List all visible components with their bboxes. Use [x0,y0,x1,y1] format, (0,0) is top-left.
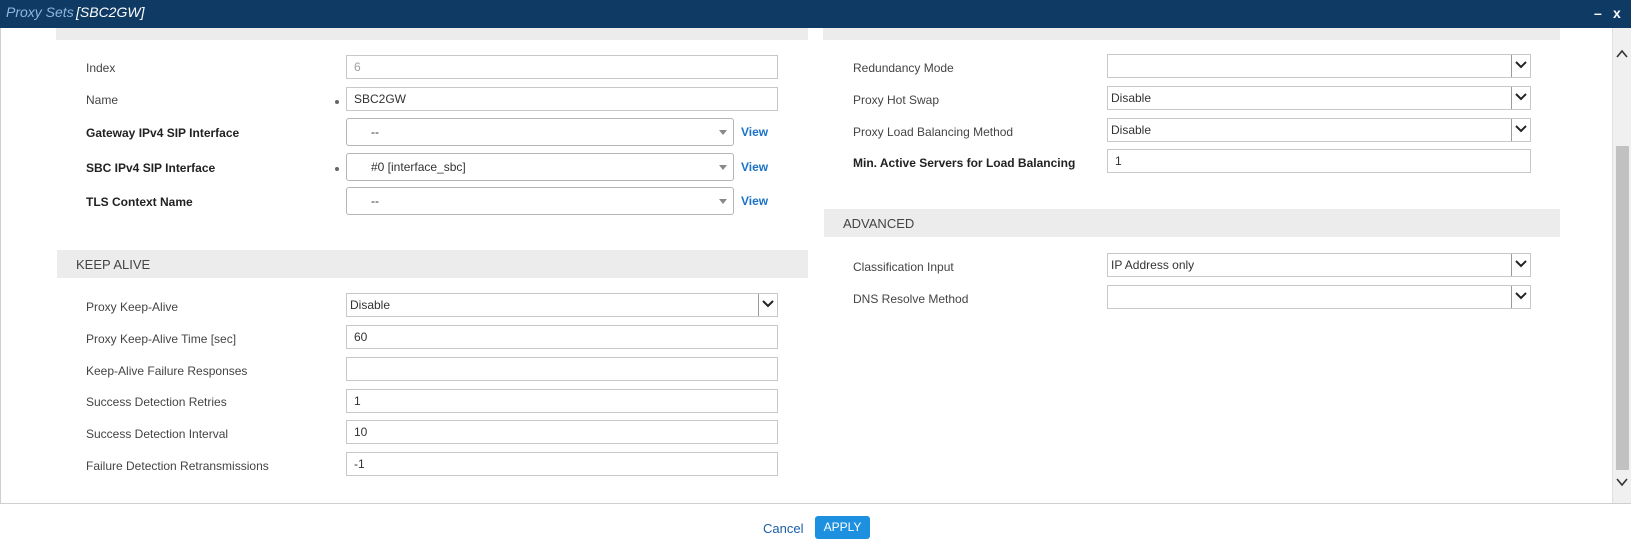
failure-retrans-label: Failure Detection Retransmissions [86,459,269,473]
gateway-if-label: Gateway IPv4 SIP Interface [86,126,240,140]
sbc-if-view-link[interactable]: View [741,160,768,174]
tls-value: -- [371,194,379,208]
dns-resolve-label: DNS Resolve Method [853,292,969,306]
gateway-if-view-link[interactable]: View [741,125,768,139]
sbc-if-select[interactable]: #0 [interface_sbc] [346,153,734,181]
chevron-down-icon [758,294,777,316]
chevron-down-icon [1511,87,1530,109]
hot-swap-select[interactable]: Disable [1107,86,1531,110]
name-field[interactable]: SBC2GW [346,87,778,111]
success-interval-label: Success Detection Interval [86,427,229,441]
dropdown-arrow-icon [719,199,727,204]
min-active-label: Min. Active Servers for Load Balancing [853,156,1076,170]
name-label: Name [86,93,119,107]
tls-label: TLS Context Name [86,195,193,209]
chevron-down-icon [1511,119,1530,141]
load-balancing-value: Disable [1111,123,1152,137]
dialog-subtitle: [SBC2GW] [76,4,145,20]
load-balancing-label: Proxy Load Balancing Method [853,125,1014,139]
index-label: Index [86,61,116,75]
classification-label: Classification Input [853,260,954,274]
apply-button[interactable]: APPLY [815,516,870,539]
classification-select[interactable]: IP Address only [1107,253,1531,277]
cancel-button[interactable]: Cancel [763,521,803,536]
redundancy-label: Redundancy Mode [853,61,954,75]
failure-retrans-field[interactable]: -1 [346,452,778,476]
dialog-content: Index 6 Name SBC2GW Gateway IPv4 SIP Int… [0,28,1612,503]
gateway-if-value: -- [371,125,379,139]
section-header-general [56,28,808,40]
sbc-if-value: #0 [interface_sbc] [371,160,466,174]
dropdown-arrow-icon [719,165,727,170]
failure-responses-label: Keep-Alive Failure Responses [86,364,248,378]
dropdown-arrow-icon [719,130,727,135]
scrollbar-thumb[interactable] [1616,146,1629,470]
failure-responses-field[interactable] [346,357,778,381]
classification-value: IP Address only [1111,258,1195,272]
index-field: 6 [346,55,778,79]
keep-alive-header: KEEP ALIVE [57,250,808,278]
chevron-down-icon [1511,286,1530,308]
redundancy-select[interactable] [1107,54,1531,78]
gateway-if-select[interactable]: -- [346,118,734,146]
advanced-header: ADVANCED [824,209,1560,237]
keep-alive-time-field[interactable]: 60 [346,325,778,349]
success-interval-field[interactable]: 10 [346,420,778,444]
hot-swap-value: Disable [1111,91,1152,105]
dialog-titlebar: Proxy Sets [SBC2GW] – x [0,0,1631,28]
chevron-down-icon [1511,254,1530,276]
proxy-keep-alive-select[interactable]: Disable [346,293,778,317]
dialog-title: Proxy Sets [6,4,74,20]
success-retries-field[interactable]: 1 [346,389,778,413]
vertical-scrollbar[interactable] [1612,28,1631,503]
proxy-keep-alive-label: Proxy Keep-Alive [86,300,179,314]
minimize-button[interactable]: – [1594,5,1602,21]
tls-select[interactable]: -- [346,187,734,215]
keep-alive-time-label: Proxy Keep-Alive Time [sec] [86,332,237,346]
close-button[interactable]: x [1613,5,1621,21]
chevron-down-icon [1511,55,1530,77]
section-header-redundancy [823,28,1560,40]
dialog-footer: Cancel APPLY [0,503,1631,551]
scroll-down-icon[interactable] [1616,474,1628,487]
tls-view-link[interactable]: View [741,194,768,208]
scroll-up-icon[interactable] [1616,46,1628,58]
proxy-keep-alive-value: Disable [350,298,391,312]
sbc-if-label: SBC IPv4 SIP Interface [86,161,216,175]
required-indicator [335,167,339,171]
hot-swap-label: Proxy Hot Swap [853,93,940,107]
load-balancing-select[interactable]: Disable [1107,118,1531,142]
dns-resolve-select[interactable] [1107,285,1531,309]
success-retries-label: Success Detection Retries [86,395,227,409]
min-active-field[interactable]: 1 [1107,149,1531,173]
required-indicator [335,100,339,104]
